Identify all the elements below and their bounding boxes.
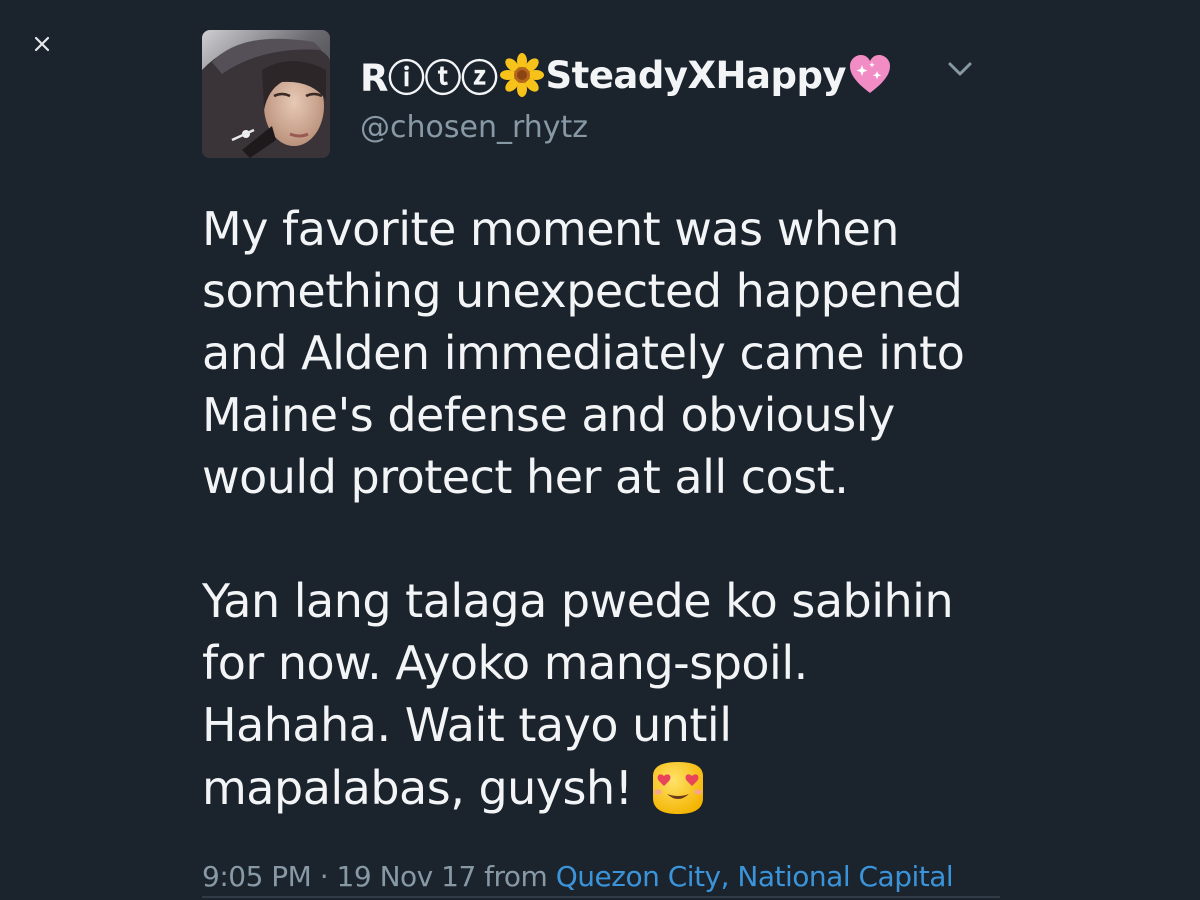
tweet-line-text: mapalabas, guysh! [202,761,633,815]
tweet-line: Yan lang talaga pwede ko sabihin [202,574,954,628]
tweet-line: for now. Ayoko mang-spoil. [202,636,808,690]
sunflower-icon [499,53,544,97]
tweet-viewer: Rⓘⓣⓩ SteadyXHappy @chosen_rhytz My favor… [0,0,1200,900]
meta-separator: · [319,860,329,893]
tweet-line: Maine's defense and obviously [202,388,895,442]
tweet-location-link[interactable]: Quezon City, National Capital [556,860,954,893]
display-name[interactable]: Rⓘⓣⓩ SteadyXHappy [360,48,894,102]
tweet-meta: 9:05 PM · 19 Nov 17 from Quezon City, Na… [202,860,954,893]
tweet-line: My favorite moment was when [202,202,899,256]
sparkling-heart-icon [850,55,891,93]
tweet-line: something unexpected happened [202,264,963,318]
tweet-line: and Alden immediately came into [202,326,965,380]
from-label: from [484,860,548,893]
tweet-time[interactable]: 9:05 PM [202,860,312,893]
user-handle[interactable]: @chosen_rhytz [360,110,588,145]
tweet-body: My favorite moment was when something un… [202,198,992,819]
display-name-prefix: Rⓘⓣⓩ [360,57,498,100]
close-button[interactable] [28,30,56,58]
tweet-line: would protect her at all cost. [202,450,849,504]
user-avatar[interactable] [202,30,330,158]
tweet-date[interactable]: 19 Nov 17 [337,860,477,893]
tweet-line: Hahaha. Wait tayo until [202,698,732,752]
chevron-down-icon[interactable] [944,56,976,82]
close-icon [34,36,50,52]
display-name-main: SteadyXHappy [545,53,847,97]
divider [202,896,1000,898]
tweet-line-last: mapalabas, guysh! [202,756,992,819]
heart-eyes-emoji [652,762,703,814]
